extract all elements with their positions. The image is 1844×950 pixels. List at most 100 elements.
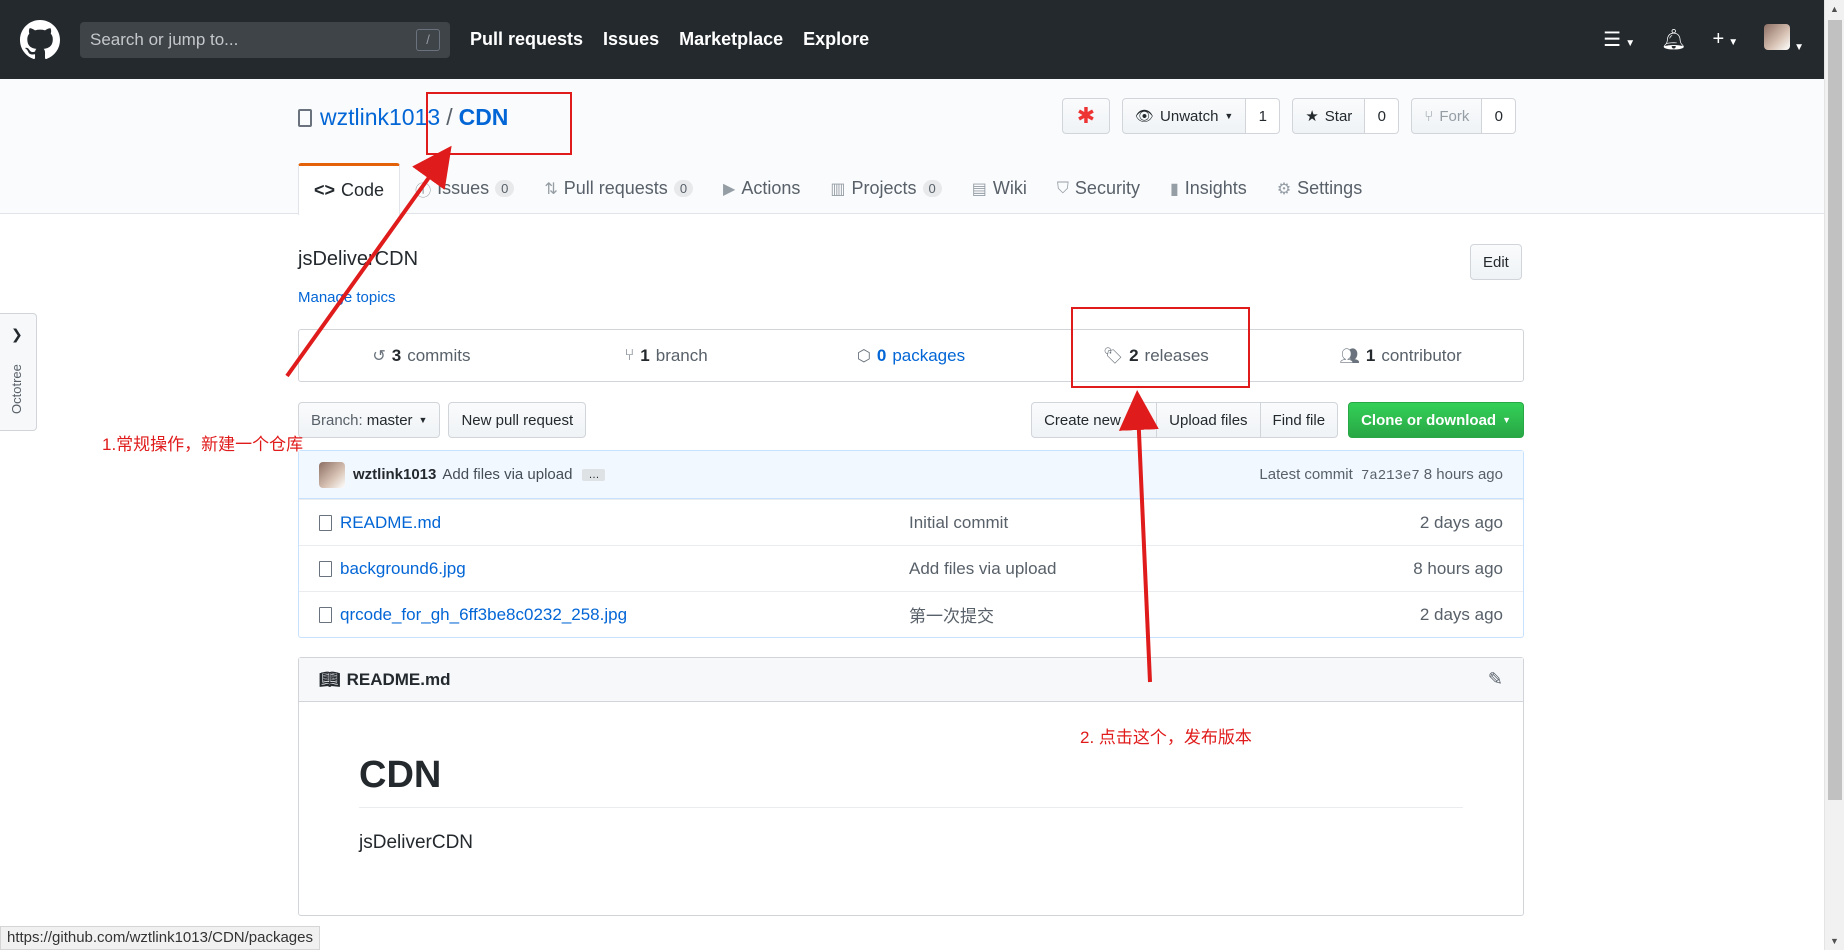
file-commit-message[interactable]: 第一次提交 bbox=[909, 602, 994, 627]
table-row: README.md Initial commit 2 days ago bbox=[299, 499, 1523, 545]
branch-select-button[interactable]: Branch: master ▼ bbox=[298, 402, 441, 438]
contributor-count: 1 bbox=[1365, 345, 1376, 365]
file-icon bbox=[319, 606, 332, 623]
file-age: 2 days ago bbox=[1419, 604, 1503, 624]
file-age: 2 days ago bbox=[1419, 512, 1503, 532]
scroll-down-arrow-icon[interactable]: ▼ bbox=[1830, 936, 1839, 946]
manage-topics-link[interactable]: Manage topics bbox=[298, 289, 396, 306]
book-icon: 📖︎ bbox=[319, 669, 341, 689]
commit-expand-button[interactable]: … bbox=[582, 468, 606, 481]
commit-age: 8 hours ago bbox=[1423, 465, 1503, 483]
readme-content: CDN jsDeliverCDN bbox=[299, 754, 1523, 854]
tab-actions[interactable]: ▶ Actions bbox=[708, 163, 815, 214]
table-row: background6.jpg Add files via upload 8 h… bbox=[299, 545, 1523, 591]
tab-wiki[interactable]: ▤ Wiki bbox=[957, 163, 1042, 214]
clone-label: Clone or download bbox=[1361, 411, 1497, 429]
create-new-file-button[interactable]: Create new file bbox=[1031, 402, 1158, 438]
latest-commit-info: Latest commit 7a213e7 8 hours ago bbox=[1259, 466, 1503, 484]
file-link[interactable]: README.md bbox=[319, 513, 909, 533]
tab-code[interactable]: <> Code bbox=[298, 163, 401, 215]
packages-link[interactable]: ⬡ 0 packages bbox=[789, 330, 1034, 381]
tab-issues[interactable]: ⓘ Issues 0 bbox=[400, 163, 529, 214]
branch-icon: ⑂ bbox=[624, 346, 635, 364]
commit-message-link[interactable]: Add files via upload bbox=[442, 466, 572, 483]
repo-owner-link[interactable]: wztlink1013 bbox=[320, 104, 440, 131]
tab-issues-label: Issues bbox=[437, 178, 490, 198]
unwatch-button[interactable]: 👁︎ Unwatch ▼ bbox=[1122, 98, 1247, 134]
file-navigation: Branch: master ▼ New pull request Create n… bbox=[298, 402, 1524, 438]
shield-icon: ⛉ bbox=[1056, 179, 1069, 197]
octotree-label: Octotree bbox=[9, 364, 24, 414]
upload-files-button[interactable]: Upload files bbox=[1156, 402, 1261, 438]
avatar bbox=[1764, 23, 1791, 50]
chevron-down-icon: ▼ bbox=[1502, 415, 1511, 425]
fork-button[interactable]: ⑂ Fork bbox=[1411, 98, 1483, 134]
avatar[interactable] bbox=[319, 461, 345, 488]
user-avatar-menu[interactable]: ▼ bbox=[1764, 23, 1804, 56]
search-input[interactable]: Search or jump to... / bbox=[80, 21, 450, 58]
scrollbar-thumb[interactable] bbox=[1828, 20, 1842, 800]
nav-explore[interactable]: Explore bbox=[803, 29, 869, 50]
app-asterisk-icon[interactable]: ✱ bbox=[1062, 98, 1110, 134]
create-new-plus-icon[interactable]: + ▼ bbox=[1713, 28, 1739, 51]
eye-icon: 👁︎ bbox=[1135, 108, 1155, 125]
file-link[interactable]: qrcode_for_gh_6ff3be8c0232_258.jpg bbox=[319, 605, 909, 625]
file-link[interactable]: background6.jpg bbox=[319, 559, 909, 579]
history-icon: ↺ bbox=[372, 347, 386, 365]
star-count[interactable]: 0 bbox=[1365, 98, 1400, 134]
star-label: Star bbox=[1324, 107, 1353, 125]
commits-count: 3 bbox=[391, 345, 402, 365]
header-actions: ☰ ▼ 🔔︎ + ▼ ▼ bbox=[1603, 23, 1804, 56]
nav-marketplace[interactable]: Marketplace bbox=[679, 29, 783, 50]
pull-request-icon: ⇅ bbox=[544, 180, 558, 198]
edit-description-button[interactable]: Edit bbox=[1470, 244, 1522, 280]
repo-numbers-summary: ↺ 3 commits ⑂ 1 branch ⬡ 0 packages 🏷︎ 2 release… bbox=[298, 329, 1524, 382]
vertical-scrollbar[interactable]: ▲ ▼ bbox=[1824, 0, 1844, 950]
notifications-bell-icon[interactable]: 🔔︎ bbox=[1661, 27, 1686, 52]
clone-or-download-button[interactable]: Clone or download ▼ bbox=[1348, 402, 1524, 438]
file-name: README.md bbox=[340, 512, 442, 532]
annotation-note-2: 2. 点击这个，发布版本 bbox=[1080, 728, 1252, 747]
scroll-up-arrow-icon[interactable]: ▲ bbox=[1830, 4, 1839, 14]
tab-pull-requests[interactable]: ⇅ Pull requests 0 bbox=[529, 163, 708, 214]
annotation-box-repo-name bbox=[426, 92, 572, 155]
tab-security[interactable]: ⛉ Security bbox=[1042, 163, 1155, 214]
fork-label: Fork bbox=[1439, 107, 1470, 125]
branch-name: master bbox=[366, 411, 413, 429]
nav-issues[interactable]: Issues bbox=[603, 29, 659, 50]
latest-commit-bar: wztlink1013 Add files via upload … Lates… bbox=[299, 451, 1523, 499]
play-icon: ▶ bbox=[723, 180, 736, 198]
branch-prefix: Branch: bbox=[311, 411, 363, 429]
github-logo-icon[interactable] bbox=[20, 19, 60, 60]
find-file-button[interactable]: Find file bbox=[1259, 402, 1339, 438]
new-pull-request-button[interactable]: New pull request bbox=[448, 402, 587, 438]
star-button[interactable]: ★ Star bbox=[1292, 98, 1366, 134]
header-nav: Pull requests Issues Marketplace Explore bbox=[470, 29, 869, 50]
package-icon: ⬡ bbox=[856, 347, 871, 365]
repo-actions: ✱ 👁︎ Unwatch ▼ 1 ★ Star 0 ⑂ Fork 0 bbox=[1062, 98, 1517, 134]
tab-projects[interactable]: ▥ Projects 0 bbox=[815, 163, 956, 214]
contributors-link[interactable]: 👥︎ 1 contributor bbox=[1278, 330, 1523, 381]
tab-settings[interactable]: ⚙ Settings bbox=[1262, 163, 1377, 214]
readme-header: 📖︎ README.md ✎ bbox=[299, 658, 1523, 702]
repo-header: wztlink1013 / CDN ✱ 👁︎ Unwatch ▼ 1 ★ Star 0… bbox=[0, 79, 1824, 215]
file-commit-message[interactable]: Initial commit bbox=[909, 513, 1008, 533]
branch-link[interactable]: ⑂ 1 branch bbox=[544, 330, 789, 381]
fork-count[interactable]: 0 bbox=[1482, 98, 1517, 134]
pencil-edit-icon[interactable]: ✎ bbox=[1488, 669, 1503, 690]
commit-sha-link[interactable]: 7a213e7 bbox=[1361, 468, 1420, 484]
octotree-sidebar-toggle[interactable]: ❯ Octotree bbox=[0, 313, 37, 431]
tab-pr-label: Pull requests bbox=[563, 178, 668, 198]
people-icon: 👥︎ bbox=[1339, 347, 1360, 365]
commit-author-link[interactable]: wztlink1013 bbox=[353, 466, 436, 483]
commits-link[interactable]: ↺ 3 commits bbox=[299, 330, 544, 381]
fork-icon: ⑂ bbox=[1424, 107, 1434, 125]
file-commit-message[interactable]: Add files via upload bbox=[909, 559, 1056, 579]
tab-projects-count: 0 bbox=[922, 180, 942, 197]
packages-label: packages bbox=[892, 345, 966, 365]
watch-count[interactable]: 1 bbox=[1246, 98, 1281, 134]
table-row: qrcode_for_gh_6ff3be8c0232_258.jpg 第一次提交… bbox=[299, 591, 1523, 637]
nav-pull-requests[interactable]: Pull requests bbox=[470, 29, 583, 50]
tab-insights[interactable]: ▮ Insights bbox=[1155, 163, 1262, 214]
hamburger-menu-icon[interactable]: ☰ ▼ bbox=[1603, 27, 1635, 52]
